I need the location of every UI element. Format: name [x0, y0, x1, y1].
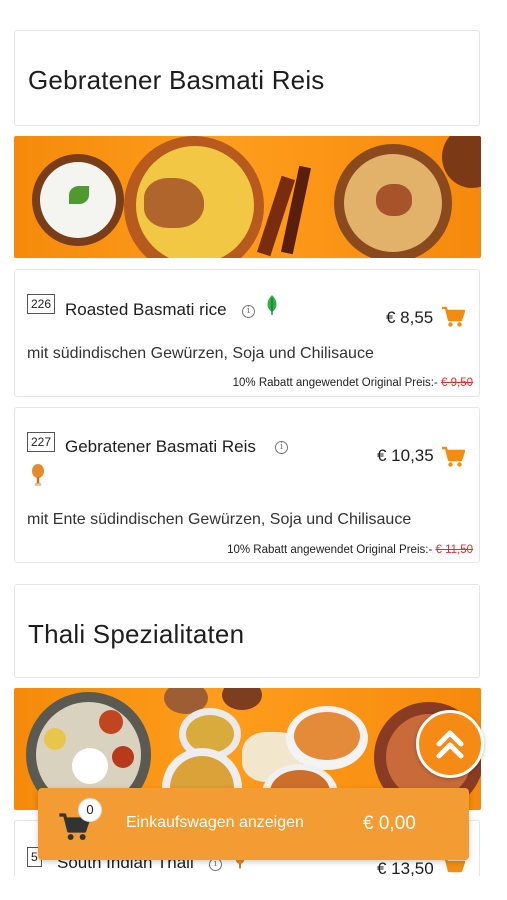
- item-price: € 10,35: [377, 446, 434, 465]
- original-price: € 9,50: [441, 377, 473, 389]
- menu-item-card[interactable]: 226 Roasted Basmati rice i € 8,55 mit sü…: [14, 269, 480, 397]
- item-number: 227: [27, 432, 56, 452]
- item-price: € 8,55: [386, 308, 434, 327]
- discount-text: 10% Rabatt angewendet Original Preis:-: [227, 544, 433, 556]
- section-title: Gebratener Basmati Reis: [28, 65, 325, 95]
- section-header-card: Thali Spezialitaten: [14, 584, 480, 678]
- item-number: 226: [27, 294, 56, 314]
- add-to-cart-icon[interactable]: [441, 306, 465, 328]
- item-description: mit Ente südindischen Gewürzen, Soja und…: [27, 511, 412, 528]
- scroll-to-top-button[interactable]: [416, 710, 484, 778]
- discount-note: 10% Rabatt angewendet Original Preis:- €…: [233, 377, 473, 389]
- bottom-safe-area: [0, 876, 507, 900]
- section-title: Thali Spezialitaten: [28, 619, 245, 649]
- discount-note: 10% Rabatt angewendet Original Preis:- €…: [227, 544, 473, 556]
- item-description: mit südindischen Gewürzen, Soja und Chil…: [27, 345, 374, 362]
- double-chevron-up-icon: [436, 730, 464, 759]
- item-name[interactable]: Roasted Basmati rice: [65, 300, 227, 320]
- view-cart-bar[interactable]: 0 Einkaufswagen anzeigen € 0,00: [38, 788, 469, 860]
- info-icon[interactable]: i: [242, 305, 255, 318]
- cart-total: € 0,00: [363, 813, 416, 834]
- item-name[interactable]: Gebratener Basmati Reis: [65, 437, 256, 457]
- info-icon[interactable]: i: [275, 441, 288, 454]
- view-cart-label[interactable]: Einkaufswagen anzeigen: [126, 814, 304, 832]
- original-price: € 11,50: [435, 544, 473, 556]
- section-banner-image: [14, 136, 481, 258]
- leaf-icon: [267, 295, 277, 315]
- add-to-cart-icon[interactable]: [441, 446, 465, 468]
- section-header-card: Gebratener Basmati Reis: [14, 30, 480, 126]
- drumstick-icon: [32, 464, 44, 487]
- menu-item-card[interactable]: 227 Gebratener Basmati Reis i € 10,35 mi…: [14, 407, 480, 563]
- discount-text: 10% Rabatt angewendet Original Preis:-: [232, 377, 438, 389]
- cart-count-badge: 0: [78, 798, 102, 822]
